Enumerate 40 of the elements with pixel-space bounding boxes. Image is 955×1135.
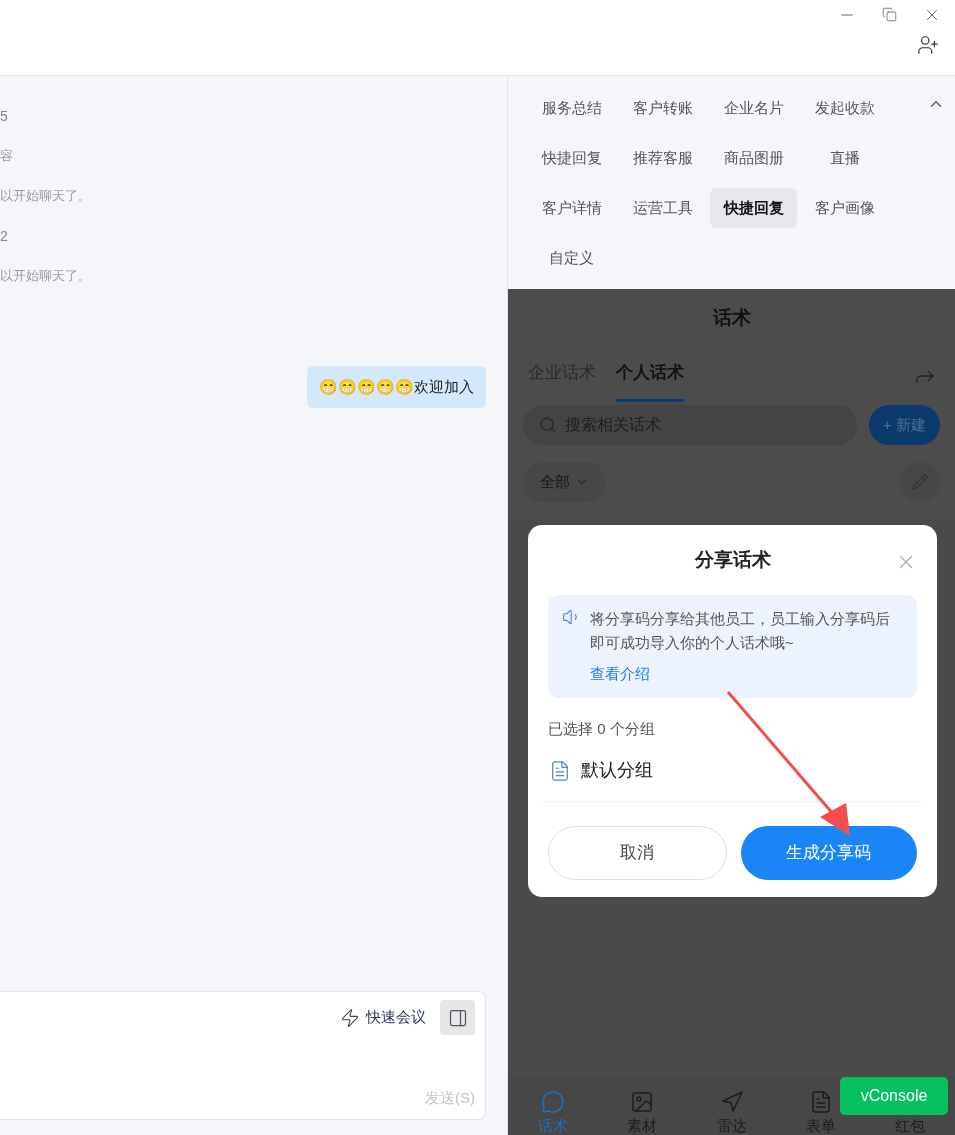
tool-tab[interactable]: 自定义 [528, 238, 615, 278]
sender-name: 2 [0, 226, 8, 246]
dialog-title: 分享话术 [694, 547, 771, 572]
edit-button[interactable] [900, 462, 940, 502]
tool-tab[interactable]: 推荐客服 [619, 138, 706, 178]
chat-bubble-icon [540, 1090, 565, 1114]
system-message: 以开始聊天了。 [0, 267, 91, 286]
tool-tab[interactable]: 运营工具 [619, 188, 706, 228]
system-message: 以开始聊天了。 [0, 187, 91, 206]
system-message: 容 [0, 147, 13, 166]
quick-meeting-button[interactable]: 快速会议 [340, 1006, 426, 1029]
tool-tab[interactable]: 服务总结 [528, 88, 615, 128]
tool-tab[interactable]: 直播 [801, 138, 888, 178]
tool-tab[interactable]: 快捷回复 [710, 188, 797, 228]
tool-tab[interactable]: 发起收款 [801, 88, 888, 128]
panel-title: 话术 [712, 305, 751, 330]
pencil-icon [912, 474, 928, 490]
group-item[interactable]: 默认分组 [543, 740, 922, 802]
tool-tab[interactable]: 客户详情 [528, 188, 615, 228]
sender-name: 5 [0, 106, 8, 126]
search-icon [539, 416, 557, 434]
side-panel-toggle[interactable] [440, 1000, 475, 1035]
add-user-icon[interactable] [917, 34, 939, 56]
image-icon [630, 1090, 655, 1114]
selected-count: 已选择 0 个分组 [548, 718, 656, 739]
document-icon [549, 759, 571, 782]
intro-link[interactable]: 查看介绍 [590, 663, 903, 686]
restore-icon[interactable] [882, 7, 897, 22]
notice-text: 将分享码分享给其他员工，员工输入分享码后即可成功导入你的个人话术哦~ [590, 609, 891, 653]
panel-icon [447, 1007, 468, 1028]
tool-tab[interactable]: 企业名片 [710, 88, 797, 128]
message-bubble: 😁😁😁😁😁欢迎加入 [307, 366, 486, 408]
lightning-icon [340, 1007, 360, 1028]
tool-tab[interactable]: 客户画像 [801, 188, 888, 228]
tool-tab[interactable]: 商品图册 [710, 138, 797, 178]
generate-code-button[interactable]: 生成分享码 [740, 826, 917, 880]
tool-tab[interactable]: 客户转账 [619, 88, 706, 128]
tool-tab[interactable]: 快捷回复 [528, 138, 615, 178]
navigation-arrow-icon [719, 1090, 744, 1114]
message-composer[interactable]: 快速会议 发送(S) [0, 991, 486, 1120]
